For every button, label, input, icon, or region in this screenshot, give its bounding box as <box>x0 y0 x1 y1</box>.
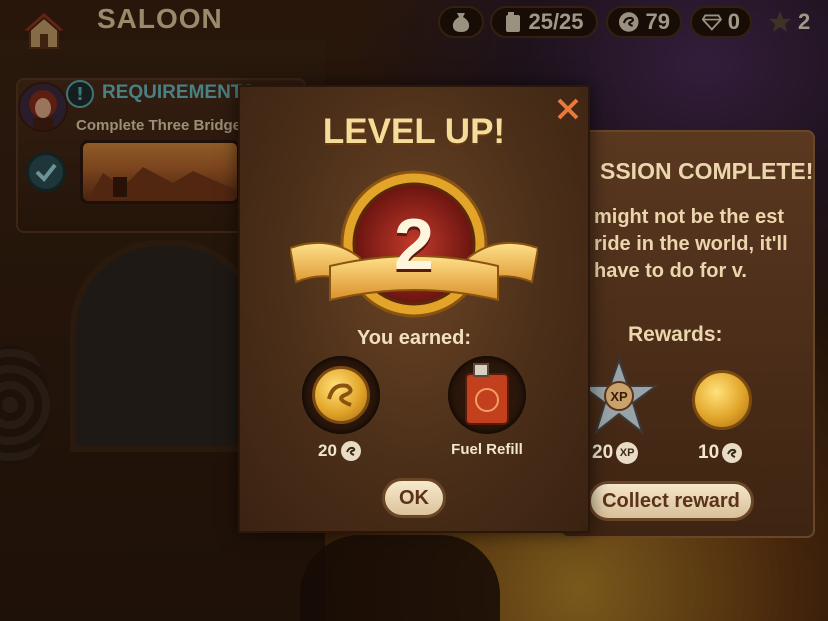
collect-reward-button[interactable]: Collect reward <box>588 481 754 521</box>
xp-star-icon: XP <box>580 358 658 435</box>
fuel-refill-label: Fuel Refill <box>451 441 523 458</box>
level-number: 2 <box>393 205 435 285</box>
rewards-label: Rewards: <box>628 323 723 346</box>
coin-icon <box>722 443 743 463</box>
xp-reward: 20 XP <box>592 442 639 464</box>
xp-icon: XP <box>616 442 639 464</box>
fuel-refill-icon <box>465 363 509 425</box>
mission-coin-icon <box>692 370 752 430</box>
xp-star-label: XP <box>610 389 628 404</box>
earned-label: You earned: <box>356 327 472 349</box>
character-silhouette <box>300 535 500 621</box>
mission-coin-reward: 10 <box>698 442 743 464</box>
coin-icon <box>340 441 361 461</box>
mission-text: might not be the est ride in the world, … <box>594 206 788 282</box>
mission-coin-value: 10 <box>698 442 720 463</box>
coin-reward: 20 <box>318 441 361 461</box>
coin-reward-value: 20 <box>318 441 337 460</box>
xp-reward-value: 20 <box>592 442 614 463</box>
ok-button[interactable]: OK <box>382 478 446 518</box>
coin-reward-icon <box>312 366 370 424</box>
mission-title: SSION COMPLETE! <box>600 158 814 184</box>
level-up-title: LEVEL UP! <box>322 112 506 151</box>
